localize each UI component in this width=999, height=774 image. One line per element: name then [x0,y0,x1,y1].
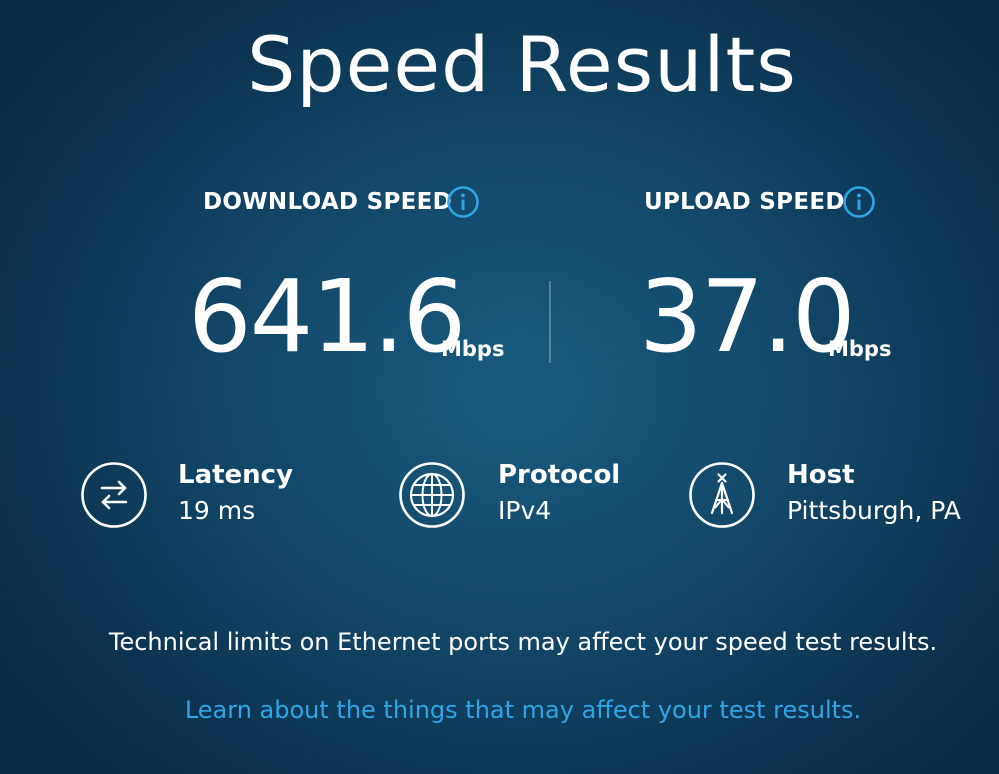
swap-arrows-icon [81,462,147,528]
ethernet-notice: Technical limits on Ethernet ports may a… [108,628,938,656]
host-label: Host [787,460,855,490]
cell-tower-icon [689,462,755,528]
upload-info-icon[interactable] [842,185,876,219]
download-speed-value: 641.6 [188,258,466,375]
latency-label: Latency [178,460,294,490]
download-speed-unit: Mbps [441,337,505,361]
download-info-icon[interactable] [446,185,480,219]
upload-speed-value: 37.0 [639,258,856,375]
latency-value: 19 ms [178,496,256,525]
host-value: Pittsburgh, PA [787,496,961,525]
download-speed-label: DOWNLOAD SPEED [203,189,453,215]
protocol-value: IPv4 [498,496,552,525]
learn-more-link[interactable]: Learn about the things that may affect y… [0,693,999,727]
speed-divider [549,281,551,363]
page-title: Speed Results [247,20,797,109]
globe-icon [399,462,465,528]
protocol-label: Protocol [498,460,621,490]
upload-speed-unit: Mbps [828,337,892,361]
upload-speed-label: UPLOAD SPEED [644,189,845,215]
